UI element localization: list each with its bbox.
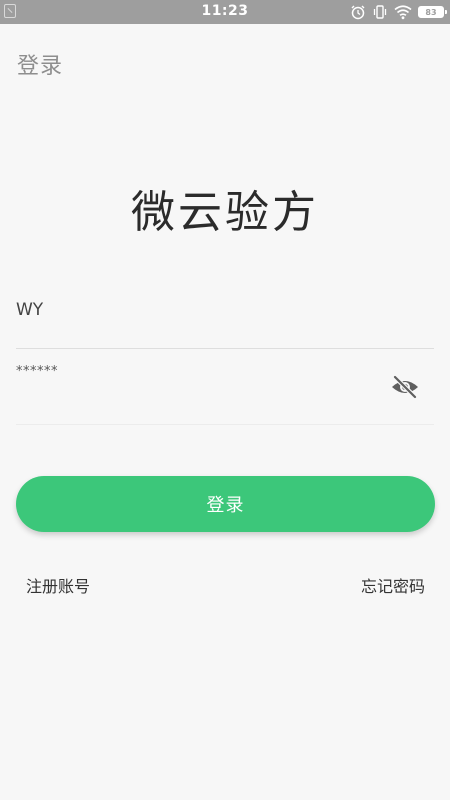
login-button[interactable]: 登录	[16, 476, 435, 532]
app-title: 微云验方	[131, 187, 319, 238]
password-field[interactable]: ******	[16, 360, 434, 425]
battery-icon: 83	[418, 6, 447, 18]
status-icons: 83	[350, 3, 447, 21]
password-value: ******	[16, 364, 58, 379]
battery-level: 83	[425, 7, 437, 17]
wifi-icon	[394, 5, 412, 20]
username-field[interactable]: WY	[16, 292, 434, 349]
status-bar: 11:23 83	[0, 0, 450, 24]
register-link[interactable]: 注册账号	[26, 573, 90, 597]
eye-off-icon[interactable]	[390, 374, 420, 400]
forgot-password-link[interactable]: 忘记密码	[361, 573, 425, 597]
username-value: WY	[16, 300, 44, 320]
page-title: 登录	[17, 54, 64, 79]
alarm-icon	[351, 5, 365, 20]
vibrate-icon	[373, 5, 387, 19]
